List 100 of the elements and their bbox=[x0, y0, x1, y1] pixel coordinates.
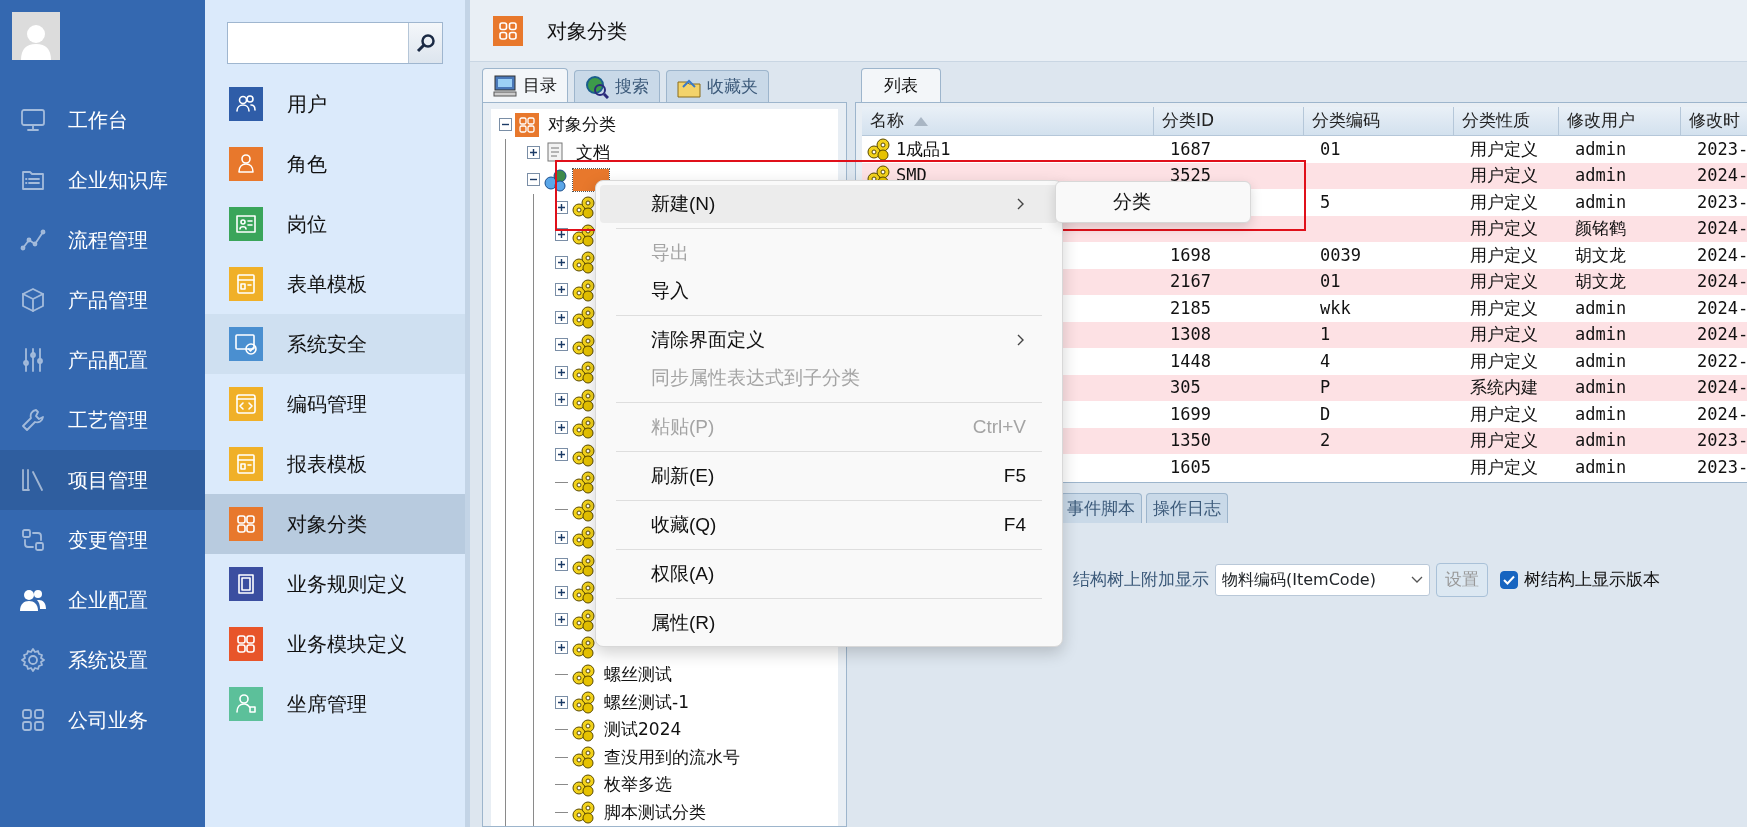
module-item[interactable]: 系统安全 bbox=[205, 314, 465, 374]
tab[interactable]: 收藏夹 bbox=[666, 70, 769, 102]
table-cell-text: 2167 bbox=[1170, 270, 1211, 293]
expand-icon[interactable] bbox=[527, 145, 540, 159]
column-header[interactable]: 修改时 bbox=[1681, 107, 1747, 135]
column-header[interactable]: 名称 bbox=[862, 107, 1154, 135]
tree-node[interactable]: 螺丝测试 bbox=[534, 661, 675, 689]
module-label: 编码管理 bbox=[287, 391, 367, 418]
table-cell-text: 2023- bbox=[1697, 137, 1747, 161]
table-cell-text: admin bbox=[1575, 190, 1627, 214]
table-cell-text: 2185 bbox=[1170, 296, 1211, 320]
books-icon bbox=[20, 467, 46, 493]
module-item[interactable]: 岗位 bbox=[205, 194, 465, 254]
tree-node[interactable]: 测试2024 bbox=[534, 716, 685, 744]
column-header[interactable]: 修改用户 bbox=[1559, 107, 1681, 135]
module-label: 表单模板 bbox=[287, 271, 367, 298]
nav-item[interactable]: 流程管理 bbox=[0, 210, 205, 270]
module-item[interactable]: 坐席管理 bbox=[205, 674, 465, 734]
table-cell-text: 用户定义 bbox=[1470, 349, 1538, 373]
grid-icon bbox=[20, 707, 46, 733]
expand-icon[interactable] bbox=[555, 255, 568, 269]
collapse-icon[interactable] bbox=[527, 173, 540, 187]
tree-node[interactable]: 文档 bbox=[506, 138, 613, 166]
module-item[interactable]: 报表模板 bbox=[205, 434, 465, 494]
table-cell-text: admin bbox=[1575, 429, 1627, 452]
table-cell-text: 2024- bbox=[1697, 402, 1747, 426]
gears-icon bbox=[571, 772, 595, 797]
dropdown[interactable]: 物料编码(ItemCode) bbox=[1215, 564, 1430, 596]
column-header[interactable]: 分类编码 bbox=[1304, 107, 1454, 135]
expand-icon[interactable] bbox=[555, 283, 568, 297]
tab[interactable]: 列表 bbox=[861, 68, 941, 102]
expand-icon[interactable] bbox=[555, 695, 568, 709]
nav-item[interactable]: 企业知识库 bbox=[0, 150, 205, 210]
module-item[interactable]: 业务规则定义 bbox=[205, 554, 465, 614]
table-cell-text: admin bbox=[1575, 376, 1627, 399]
nav-item[interactable]: 工艺管理 bbox=[0, 390, 205, 450]
table-cell-text: 1448 bbox=[1170, 349, 1211, 373]
table-cell-text: D bbox=[1320, 402, 1331, 426]
tree-node[interactable]: 对象分类 bbox=[491, 111, 619, 139]
gears-icon bbox=[571, 635, 595, 660]
tree-node[interactable]: 枚举多选 bbox=[534, 771, 675, 799]
tree-node[interactable]: 查没用到的流水号 bbox=[534, 743, 743, 771]
cycle-icon bbox=[20, 527, 46, 553]
nav-label: 企业配置 bbox=[68, 587, 148, 614]
gears-icon bbox=[866, 137, 890, 162]
gears-icon bbox=[571, 690, 595, 715]
table-cell-text: admin bbox=[1575, 402, 1627, 426]
search-button[interactable] bbox=[408, 23, 442, 63]
chevron-right-icon bbox=[1016, 197, 1026, 211]
menu-item[interactable]: 新建(N) bbox=[600, 185, 1058, 223]
table-row[interactable]: 1成品1 1687 01 用户定义 admin 2023- bbox=[862, 136, 1747, 163]
search-field[interactable] bbox=[227, 22, 443, 64]
module-item[interactable]: 角色 bbox=[205, 134, 465, 194]
nav-item[interactable]: 公司业务 bbox=[0, 690, 205, 750]
nav-label: 项目管理 bbox=[68, 467, 148, 494]
column-header[interactable]: 分类性质 bbox=[1454, 107, 1559, 135]
expand-icon[interactable] bbox=[555, 448, 568, 462]
module-item[interactable]: 对象分类 bbox=[205, 494, 465, 554]
page-title: 对象分类 bbox=[547, 17, 627, 45]
menu-item[interactable]: 刷新(E) F5 bbox=[600, 457, 1058, 495]
monitor-icon bbox=[20, 107, 46, 133]
expand-icon[interactable] bbox=[555, 530, 568, 544]
table-cell-text: 用户定义 bbox=[1470, 190, 1538, 214]
nav-item[interactable]: 项目管理 bbox=[0, 450, 205, 510]
expand-icon[interactable] bbox=[555, 310, 568, 324]
tree-node[interactable]: 螺丝测试-1 bbox=[534, 688, 692, 716]
nav-item[interactable]: 变更管理 bbox=[0, 510, 205, 570]
table-cell-text: 1687 bbox=[1170, 137, 1211, 161]
expand-icon[interactable] bbox=[555, 420, 568, 434]
expand-icon[interactable] bbox=[555, 393, 568, 407]
menu-item[interactable]: 收藏(Q) F4 bbox=[600, 506, 1058, 544]
table-cell-text: admin bbox=[1575, 349, 1627, 373]
module-item[interactable]: 编码管理 bbox=[205, 374, 465, 434]
expand-icon[interactable] bbox=[555, 640, 568, 654]
menu-item[interactable]: 属性(R) bbox=[600, 604, 1058, 642]
table-cell-text: 2023- bbox=[1697, 455, 1747, 479]
nav-item[interactable]: 企业配置 bbox=[0, 570, 205, 630]
tree-node[interactable]: 脚本测试分类 bbox=[534, 798, 709, 826]
expand-icon[interactable] bbox=[555, 558, 568, 572]
nav-item[interactable]: 系统设置 bbox=[0, 630, 205, 690]
column-header[interactable]: 分类ID bbox=[1154, 107, 1304, 135]
expand-icon[interactable] bbox=[555, 613, 568, 627]
nav-item[interactable]: 产品管理 bbox=[0, 270, 205, 330]
tab[interactable]: 搜索 bbox=[574, 70, 660, 102]
nav-item[interactable]: 产品配置 bbox=[0, 330, 205, 390]
tab[interactable]: 目录 bbox=[482, 68, 568, 102]
tab[interactable]: 操作日志 bbox=[1146, 493, 1228, 523]
expand-icon[interactable] bbox=[555, 585, 568, 599]
checkbox[interactable] bbox=[1500, 571, 1518, 589]
module-item[interactable]: 业务模块定义 bbox=[205, 614, 465, 674]
menu-item[interactable]: 权限(A) bbox=[600, 555, 1058, 593]
module-item[interactable]: 用户 bbox=[205, 74, 465, 134]
module-item[interactable]: 表单模板 bbox=[205, 254, 465, 314]
expand-icon[interactable] bbox=[555, 338, 568, 352]
collapse-icon[interactable] bbox=[499, 118, 512, 132]
expand-icon[interactable] bbox=[555, 365, 568, 379]
nav-label: 系统设置 bbox=[68, 647, 148, 674]
tab[interactable]: 事件脚本 bbox=[1060, 493, 1142, 523]
nav-item[interactable]: 工作台 bbox=[0, 90, 205, 150]
table-cell-text: 系统内建 bbox=[1470, 376, 1538, 399]
